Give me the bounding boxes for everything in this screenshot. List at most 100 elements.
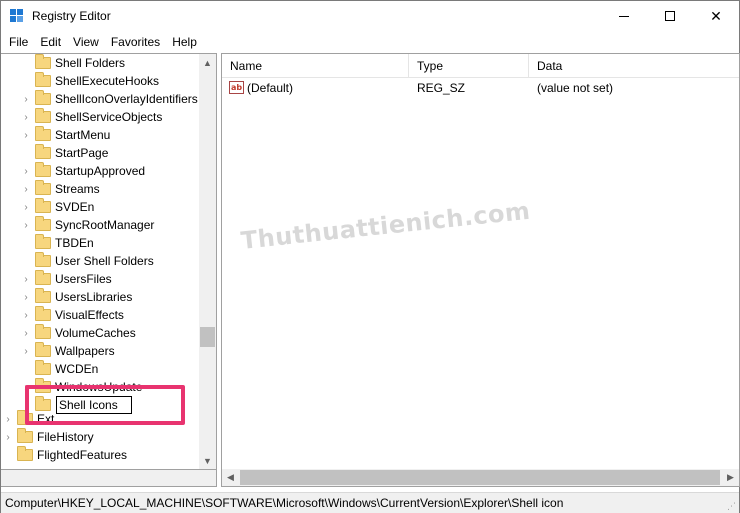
- chevron-right-icon[interactable]: ›: [21, 198, 31, 216]
- folder-icon: [17, 428, 33, 443]
- tree-item[interactable]: TBDEn: [21, 234, 94, 252]
- value-type: REG_SZ: [417, 81, 466, 95]
- chevron-right-icon[interactable]: ›: [21, 162, 31, 180]
- folder-icon: [35, 108, 51, 123]
- chevron-right-icon[interactable]: ›: [21, 306, 31, 324]
- list-horizontal-scrollbar[interactable]: ◀ ▶: [222, 469, 739, 486]
- chevron-right-icon[interactable]: ›: [3, 410, 13, 428]
- tree-item-label: FileHistory: [37, 430, 94, 444]
- list-scroll-thumb[interactable]: [240, 470, 720, 485]
- chevron-right-icon[interactable]: ›: [3, 428, 13, 446]
- tree-item-label: StartPage: [55, 146, 109, 160]
- tree-item-label: StartMenu: [55, 128, 111, 142]
- tree-item-label: VolumeCaches: [55, 326, 136, 340]
- tree-item[interactable]: › ShellIconOverlayIdentifiers: [21, 90, 198, 108]
- tree-vertical-scrollbar[interactable]: ▲ ▼: [199, 54, 216, 469]
- tree-item-label: WCDEn: [55, 362, 99, 376]
- resize-grip-icon[interactable]: ⋰: [727, 501, 737, 511]
- tree-scroll-thumb[interactable]: [200, 327, 215, 347]
- list-header: Name Type Data: [222, 54, 739, 78]
- tree-item[interactable]: › UsersLibraries: [21, 288, 132, 306]
- tree-item-label: UsersLibraries: [55, 290, 133, 304]
- table-row[interactable]: ab (Default) REG_SZ (value not set): [222, 79, 739, 97]
- column-header-name[interactable]: Name: [222, 54, 408, 78]
- value-data: (value not set): [537, 81, 614, 95]
- tree-item-label: FlightedFeatures: [37, 448, 128, 462]
- tree-item[interactable]: StartPage: [21, 144, 108, 162]
- menu-favorites[interactable]: Favorites: [105, 32, 166, 52]
- folder-icon: [35, 54, 51, 69]
- status-bar: Computer\HKEY_LOCAL_MACHINE\SOFTWARE\Mic…: [1, 492, 739, 513]
- folder-icon: [35, 180, 51, 195]
- tree-item[interactable]: › Wallpapers: [21, 342, 115, 360]
- folder-icon: [35, 162, 51, 177]
- tree-item[interactable]: Shell Folders: [21, 54, 125, 72]
- chevron-right-icon[interactable]: ›: [21, 288, 31, 306]
- chevron-right-icon[interactable]: ›: [21, 90, 31, 108]
- tree-item-label: ShellExecuteHooks: [55, 74, 160, 88]
- tree-item[interactable]: WCDEn: [21, 360, 98, 378]
- menu-view[interactable]: View: [67, 32, 105, 52]
- tree-item-label: Streams: [55, 182, 100, 196]
- tree-item-label: Wallpapers: [55, 344, 115, 358]
- folder-icon: [35, 198, 51, 213]
- value-name: (Default): [247, 81, 294, 95]
- tree-item[interactable]: › SVDEn: [21, 198, 94, 216]
- tree-item-label: TBDEn: [55, 236, 94, 250]
- chevron-right-icon[interactable]: ›: [21, 108, 31, 126]
- chevron-right-icon[interactable]: ›: [21, 126, 31, 144]
- menu-help[interactable]: Help: [166, 32, 203, 52]
- tree-item[interactable]: › StartupApproved: [21, 162, 145, 180]
- tree-item[interactable]: › StartMenu: [21, 126, 110, 144]
- column-header-type[interactable]: Type: [409, 54, 528, 78]
- maximize-button[interactable]: [647, 1, 693, 31]
- column-header-data[interactable]: Data: [529, 54, 729, 78]
- tree-item[interactable]: User Shell Folders: [21, 252, 154, 270]
- scroll-up-icon[interactable]: ▲: [199, 54, 216, 71]
- menu-edit[interactable]: Edit: [34, 32, 67, 52]
- scroll-right-icon[interactable]: ▶: [722, 469, 739, 486]
- window-title: Registry Editor: [32, 9, 111, 23]
- maximize-icon: [665, 11, 675, 21]
- tree-item[interactable]: › VolumeCaches: [21, 324, 136, 342]
- scroll-left-icon[interactable]: ◀: [222, 469, 239, 486]
- chevron-right-icon[interactable]: ›: [21, 216, 31, 234]
- chevron-right-icon[interactable]: ›: [21, 324, 31, 342]
- tree-item[interactable]: FlightedFeatures: [3, 446, 127, 464]
- tree-item[interactable]: › SyncRootManager: [21, 216, 154, 234]
- folder-icon: [35, 144, 51, 159]
- folder-icon: [35, 306, 51, 321]
- tree-item[interactable]: › ShellServiceObjects: [21, 108, 162, 126]
- tree-item-label: StartupApproved: [55, 164, 146, 178]
- tree-item-label: ShellServiceObjects: [55, 110, 163, 124]
- tree-item-label: SyncRootManager: [55, 218, 155, 232]
- chevron-right-icon[interactable]: ›: [21, 270, 31, 288]
- minimize-button[interactable]: [601, 1, 647, 31]
- tree-item[interactable]: ShellExecuteHooks: [21, 72, 159, 90]
- close-button[interactable]: ✕: [693, 1, 739, 31]
- scroll-down-icon[interactable]: ▼: [199, 452, 216, 469]
- tree-item[interactable]: › VisualEffects: [21, 306, 124, 324]
- tree-item[interactable]: › Streams: [21, 180, 100, 198]
- title-bar[interactable]: Registry Editor ✕: [1, 1, 739, 31]
- folder-icon: [35, 234, 51, 249]
- tree-item-label: SVDEn: [55, 200, 95, 214]
- tree-item-label: UsersFiles: [55, 272, 112, 286]
- chevron-right-icon[interactable]: ›: [21, 342, 31, 360]
- menu-file[interactable]: File: [3, 32, 34, 52]
- tree-horizontal-scrollbar[interactable]: [1, 470, 217, 487]
- folder-icon: [35, 216, 51, 231]
- folder-icon: [35, 324, 51, 339]
- tree-item[interactable]: › FileHistory: [3, 428, 94, 446]
- values-list-pane[interactable]: Name Type Data ab (Default) REG_SZ (valu…: [221, 53, 740, 487]
- chevron-right-icon[interactable]: ›: [21, 180, 31, 198]
- key-path: Computer\HKEY_LOCAL_MACHINE\SOFTWARE\Mic…: [5, 496, 564, 510]
- tree-item[interactable]: › UsersFiles: [21, 270, 112, 288]
- minimize-icon: [619, 15, 629, 17]
- folder-icon: [35, 90, 51, 105]
